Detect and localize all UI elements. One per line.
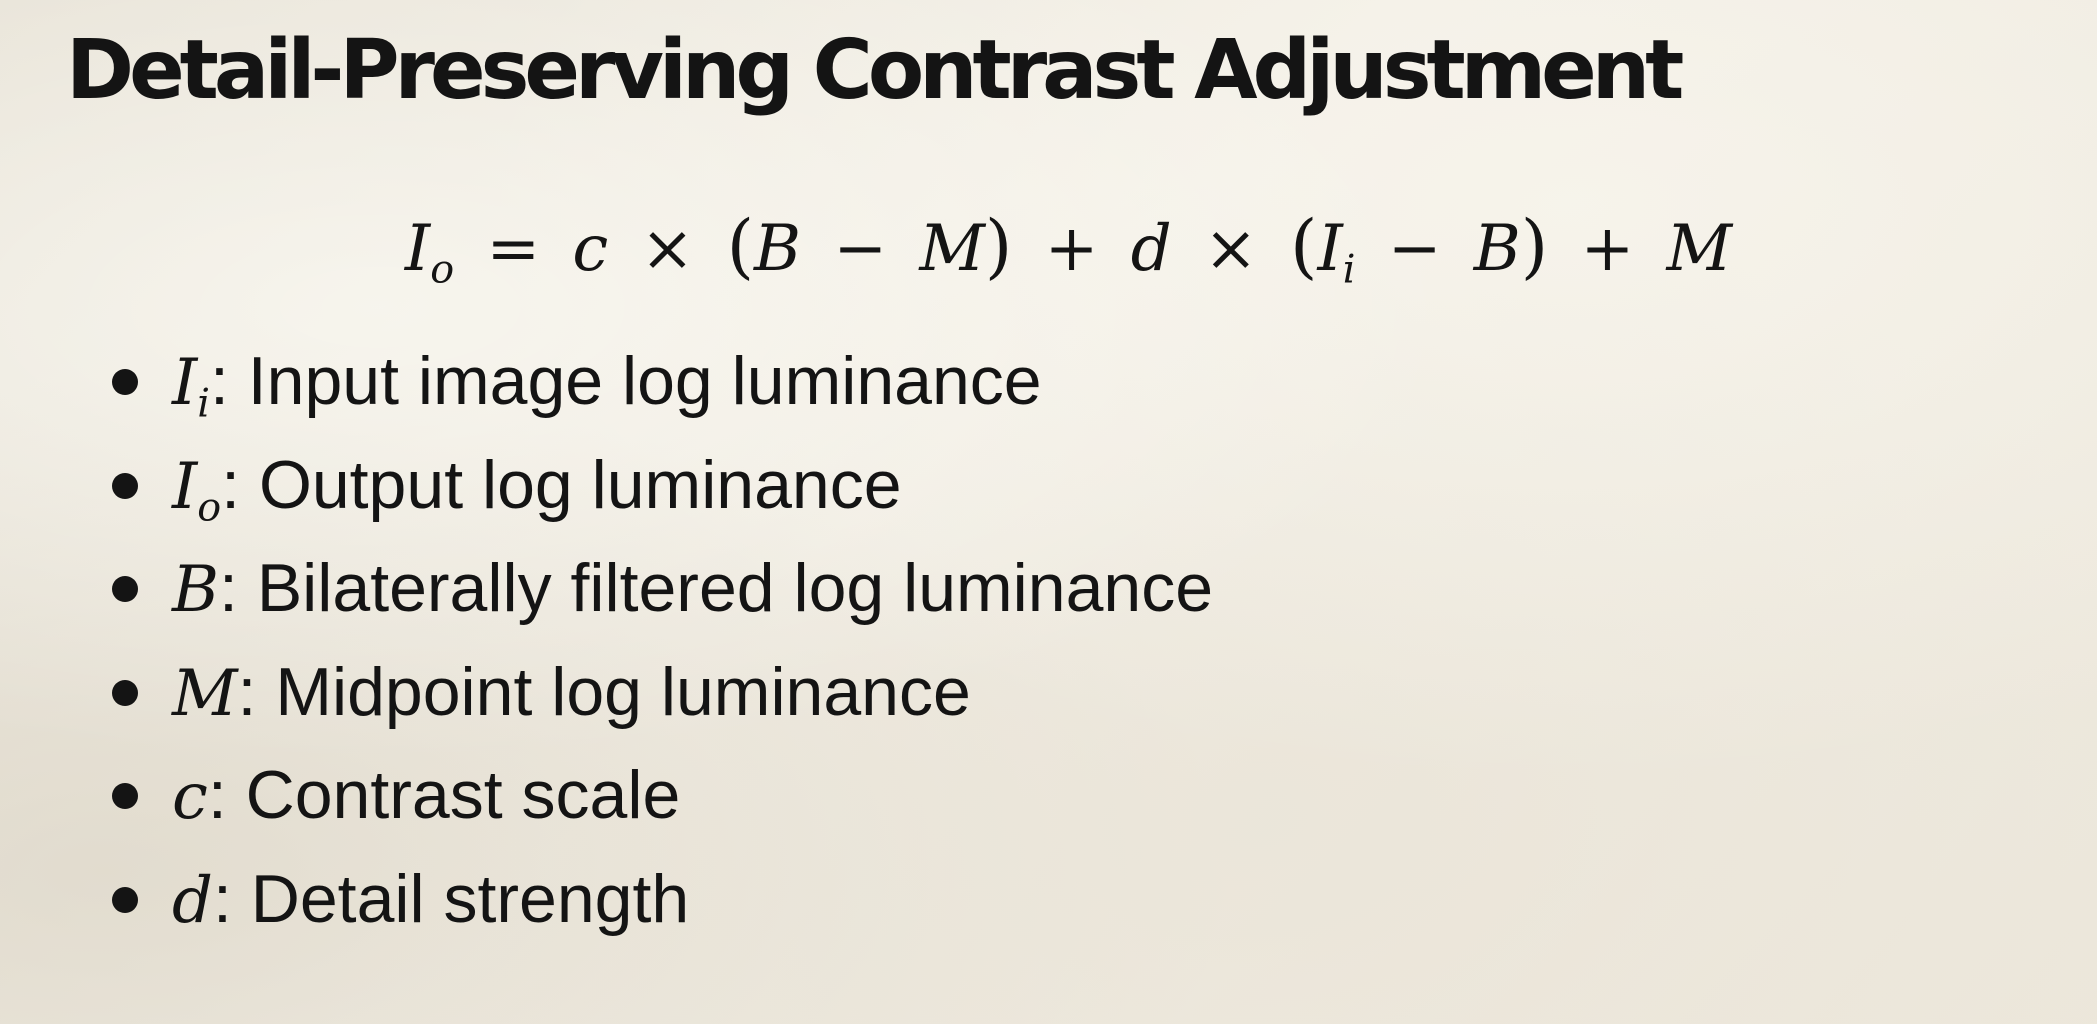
bullet-icon <box>112 472 138 499</box>
legend-text: : Bilaterally filtered log luminance <box>219 550 1214 626</box>
legend-symbol: d <box>172 863 213 938</box>
legend-text: : Input image log luminance <box>209 343 1042 419</box>
bullet-icon <box>112 783 138 809</box>
legend-item-midpoint: M: Midpoint log luminance <box>0 641 1213 745</box>
bullet-icon <box>112 679 138 706</box>
legend-item-bilateral: B: Bilaterally filtered log luminance <box>0 537 1213 641</box>
legend-text: : Output log luminance <box>221 446 902 523</box>
eq-plus-2: + <box>1580 212 1635 286</box>
eq-minus-1: − <box>833 212 888 286</box>
eq-output-symbol: Io <box>404 212 455 293</box>
eq-base-1: B <box>754 212 802 286</box>
slide-title: Detail-Preserving Contrast Adjustment <box>66 23 1684 118</box>
eq-midpoint-1: M <box>919 212 985 286</box>
legend-text: : Contrast scale <box>207 757 681 833</box>
legend-item-output: Io: Output log luminance <box>0 434 1213 538</box>
eq-minus-2: − <box>1387 212 1442 286</box>
bullet-icon <box>112 369 138 395</box>
bullet-icon <box>112 576 138 602</box>
legend-symbol: c <box>172 760 208 834</box>
eq-lparen-1: ( <box>726 205 755 287</box>
eq-times-2: × <box>1204 212 1258 286</box>
bullet-icon <box>112 886 138 913</box>
legend-item-contrast: c: Contrast scale <box>0 744 1213 848</box>
eq-contrast-scale: c <box>572 212 609 286</box>
eq-rparen-2: ) <box>1520 205 1549 287</box>
legend-symbol: B <box>172 553 220 627</box>
eq-plus-1: + <box>1044 212 1099 286</box>
legend-text: : Midpoint log luminance <box>237 653 971 730</box>
eq-rparen-1: ) <box>984 205 1013 287</box>
legend-item-detail: d: Detail strength <box>0 848 1213 952</box>
legend-symbol: Io <box>172 449 222 531</box>
eq-input-symbol: Ii <box>1317 212 1356 293</box>
legend-symbol: Ii <box>172 346 210 427</box>
eq-equals: = <box>486 212 541 286</box>
equation: Io = c × (B − M) + d × (Ii − B) + M <box>0 196 2097 296</box>
eq-lparen-2: ( <box>1289 205 1318 287</box>
legend-symbol: M <box>172 656 238 731</box>
eq-midpoint-2: M <box>1666 212 1733 286</box>
eq-times-1: × <box>640 212 695 286</box>
eq-base-2: B <box>1473 212 1521 286</box>
legend-item-input: Ii: Input image log luminance <box>0 330 1213 434</box>
legend-text: : Detail strength <box>212 860 690 937</box>
variable-legend: Ii: Input image log luminance Io: Output… <box>0 330 1213 951</box>
eq-detail-strength: d <box>1130 212 1172 286</box>
